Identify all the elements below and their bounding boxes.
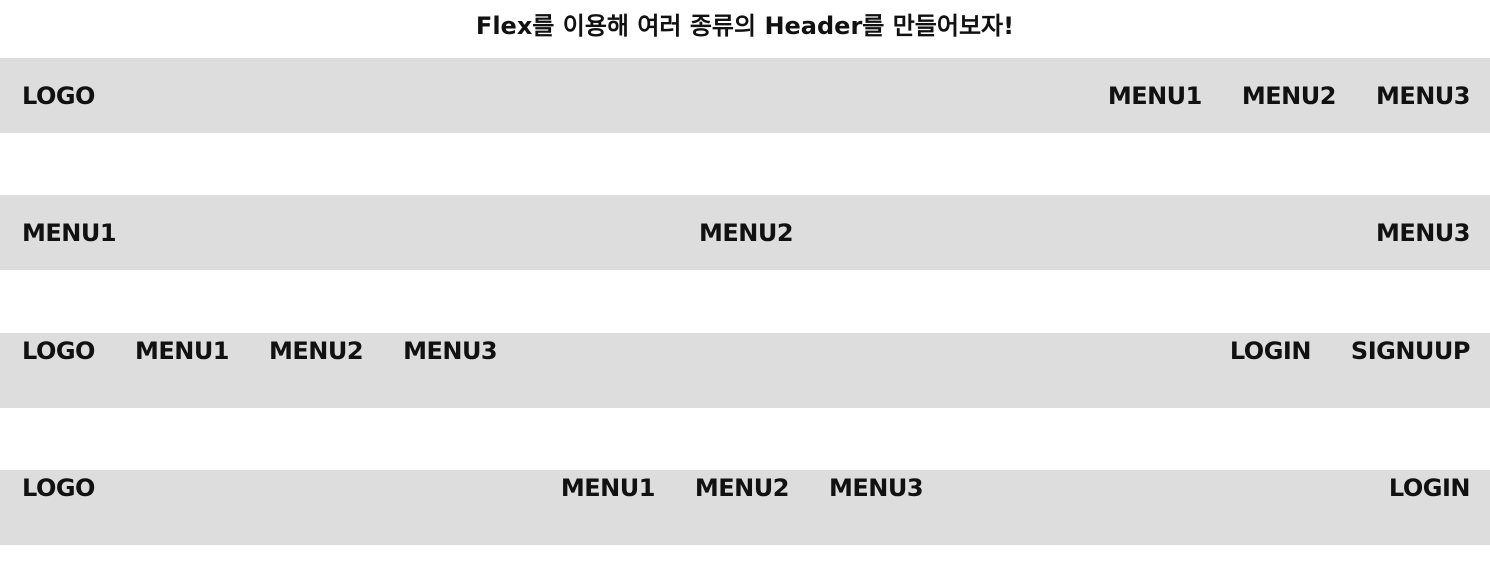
login-link[interactable]: LOGIN bbox=[1230, 337, 1312, 365]
menu-item-1[interactable]: MENU1 bbox=[22, 219, 117, 247]
logo[interactable]: LOGO bbox=[22, 82, 95, 110]
menu-item-3[interactable]: MENU3 bbox=[403, 337, 498, 365]
menu-item-2[interactable]: MENU2 bbox=[1242, 82, 1337, 110]
menu-item-2[interactable]: MENU2 bbox=[695, 474, 790, 502]
logo[interactable]: LOGO bbox=[22, 474, 95, 502]
header-logo-left-menus-right: LOGO MENU1 MENU2 MENU3 bbox=[0, 58, 1490, 133]
left-group: LOGO MENU1 MENU2 MENU3 bbox=[22, 337, 498, 365]
page-title: Flex를 이용해 여러 종류의 Header를 만들어보자! bbox=[475, 12, 1015, 40]
menu-item-1[interactable]: MENU1 bbox=[1108, 82, 1203, 110]
signup-link[interactable]: SIGNUUP bbox=[1351, 337, 1471, 365]
login-link[interactable]: LOGIN bbox=[1389, 474, 1471, 502]
menu-item-2[interactable]: MENU2 bbox=[269, 337, 364, 365]
menu-group: MENU1 MENU2 MENU3 bbox=[1108, 82, 1471, 110]
header-menus-space-between: MENU1 MENU2 MENU3 bbox=[0, 195, 1490, 270]
menu-item-2[interactable]: MENU2 bbox=[699, 219, 794, 247]
menu-item-3[interactable]: MENU3 bbox=[1376, 219, 1471, 247]
header-logo-menus-left-auth-right: LOGO MENU1 MENU2 MENU3 LOGIN SIGNUUP bbox=[0, 333, 1490, 408]
logo[interactable]: LOGO bbox=[22, 337, 95, 365]
menu-item-3[interactable]: MENU3 bbox=[1376, 82, 1471, 110]
menu-group: MENU1 MENU2 MENU3 bbox=[561, 474, 924, 502]
menu-item-3[interactable]: MENU3 bbox=[829, 474, 924, 502]
menu-item-1[interactable]: MENU1 bbox=[135, 337, 230, 365]
auth-group: LOGIN SIGNUUP bbox=[1230, 337, 1471, 365]
header-logo-left-menus-center-login-right: LOGO MENU1 MENU2 MENU3 LOGIN bbox=[0, 470, 1490, 545]
menu-item-1[interactable]: MENU1 bbox=[561, 474, 656, 502]
